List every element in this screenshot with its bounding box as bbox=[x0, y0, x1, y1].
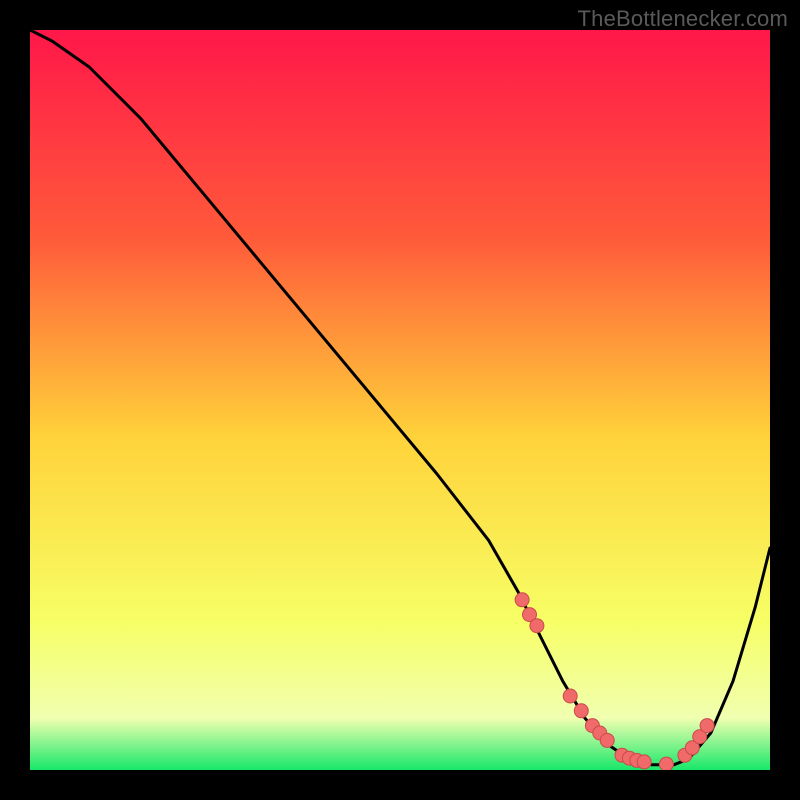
data-marker bbox=[574, 704, 588, 718]
data-marker bbox=[563, 689, 577, 703]
watermark-text: TheBottlenecker.com bbox=[578, 6, 788, 32]
chart-frame: { "watermark": "TheBottlenecker.com", "c… bbox=[0, 0, 800, 800]
chart-svg bbox=[30, 30, 770, 770]
data-marker bbox=[700, 719, 714, 733]
data-marker bbox=[600, 733, 614, 747]
gradient-background bbox=[30, 30, 770, 770]
data-marker bbox=[659, 757, 673, 770]
data-marker bbox=[530, 619, 544, 633]
data-marker bbox=[637, 755, 651, 769]
data-marker bbox=[515, 593, 529, 607]
plot-area bbox=[30, 30, 770, 770]
